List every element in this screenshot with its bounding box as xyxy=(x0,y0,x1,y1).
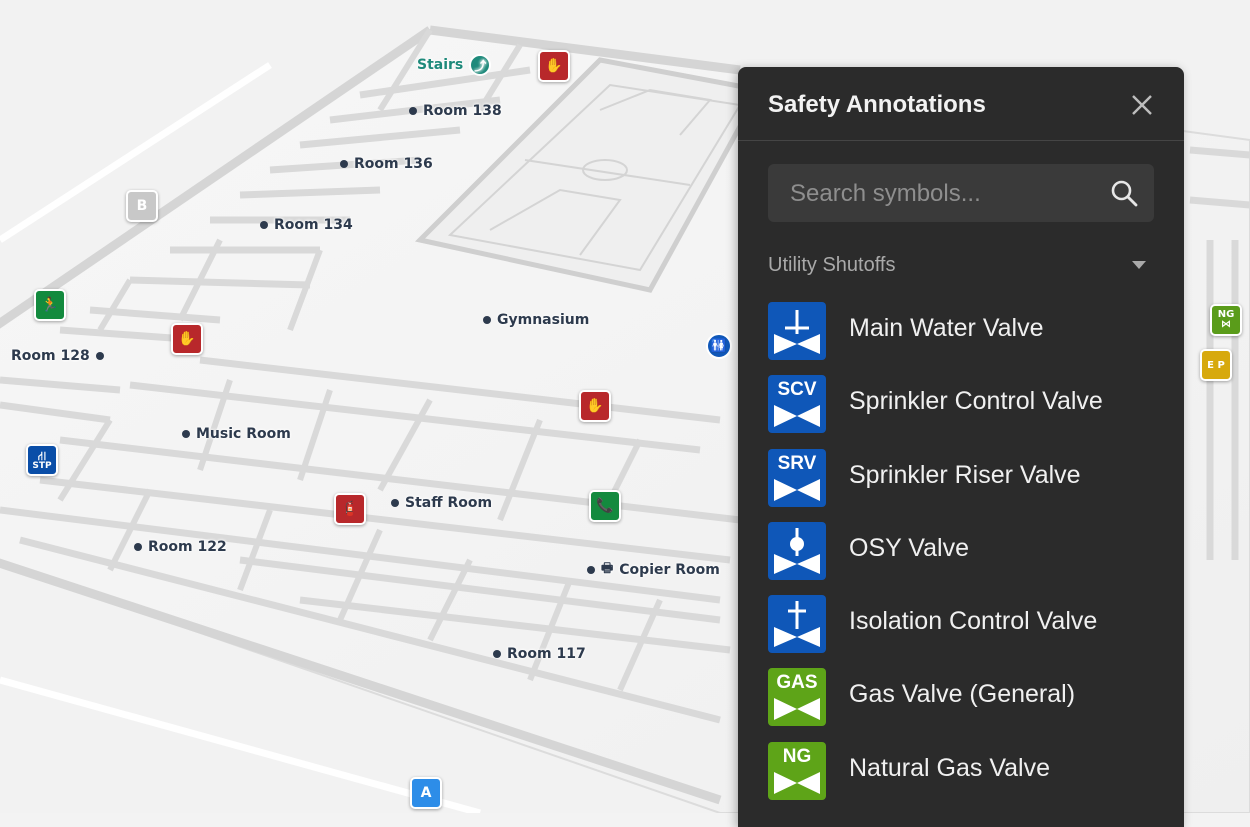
room-label-122[interactable]: Room 122 xyxy=(134,539,227,555)
room-dot-icon xyxy=(483,316,491,324)
fire-alarm-pull-icon[interactable]: ✋ xyxy=(171,323,203,355)
list-item[interactable]: Main Water Valve xyxy=(768,302,1168,375)
list-item[interactable]: SCV Sprinkler Control Valve xyxy=(768,375,1168,448)
gas-valve-icon: GAS xyxy=(768,668,826,727)
item-label: OSY Valve xyxy=(849,533,969,562)
room-label-136[interactable]: Room 136 xyxy=(340,156,433,172)
room-label-138[interactable]: Room 138 xyxy=(409,103,502,119)
room-label-staff-room[interactable]: Staff Room xyxy=(391,495,492,511)
room-dot-icon xyxy=(182,430,190,438)
building-b-marker[interactable]: B xyxy=(126,190,158,222)
isolation-valve-icon xyxy=(768,595,826,654)
list-item[interactable]: GAS Gas Valve (General) xyxy=(768,668,1168,741)
room-dot-icon xyxy=(493,650,501,658)
list-item[interactable]: SRV Sprinkler Riser Valve xyxy=(768,448,1168,522)
room-dot-icon xyxy=(391,499,399,507)
panel-title: Safety Annotations xyxy=(768,91,986,118)
room-dot-icon xyxy=(134,543,142,551)
room-label-stairs[interactable]: Stairs ⤴ xyxy=(417,54,492,76)
item-label: Sprinkler Control Valve xyxy=(849,387,1103,416)
room-label-copier-room[interactable]: 🖶 Copier Room xyxy=(587,559,720,581)
main-water-valve-icon xyxy=(768,302,826,360)
search-icon[interactable] xyxy=(1110,179,1138,207)
electrical-panel-icon[interactable]: E P xyxy=(1200,349,1232,381)
item-label: Natural Gas Valve xyxy=(849,753,1051,782)
close-button[interactable] xyxy=(1126,89,1158,121)
room-dot-icon xyxy=(409,107,417,115)
room-label-117[interactable]: Room 117 xyxy=(493,646,586,662)
stp-symbol-icon: ⛙ xyxy=(37,448,47,463)
item-label: Isolation Control Valve xyxy=(849,607,1098,636)
emergency-phone-icon[interactable]: 📞 xyxy=(589,490,621,522)
valve-bowtie-icon: ⋈ xyxy=(1221,319,1231,330)
fire-alarm-pull-icon[interactable]: ✋ xyxy=(538,50,570,82)
section-label: Utility Shutoffs xyxy=(768,253,896,276)
fire-alarm-pull-icon[interactable]: ✋ xyxy=(579,390,611,422)
room-dot-icon xyxy=(260,221,268,229)
close-icon xyxy=(1132,95,1152,115)
room-dot-icon xyxy=(340,160,348,168)
room-dot-icon xyxy=(95,352,104,360)
room-label-gymnasium[interactable]: Gymnasium xyxy=(483,312,589,328)
natural-gas-marker-icon[interactable]: NG ⋈ xyxy=(1210,304,1242,336)
search-input[interactable] xyxy=(788,174,1092,214)
section-utility-shutoffs[interactable]: Utility Shutoffs xyxy=(768,251,1154,279)
restroom-icon[interactable]: 🚻 xyxy=(706,333,732,359)
stp-shutoff-icon[interactable]: ⛙ STP xyxy=(26,444,58,476)
stairs-icon: ⤴ xyxy=(469,54,492,76)
printer-icon: 🖶 xyxy=(601,561,614,576)
osy-valve-icon xyxy=(768,521,826,580)
room-dot-icon xyxy=(587,566,595,574)
srv-valve-icon: SRV xyxy=(768,448,826,507)
room-label-128[interactable]: Room 128 xyxy=(11,348,104,364)
safety-annotations-panel: Safety Annotations Utility Shutoffs Main… xyxy=(738,67,1184,827)
search-box xyxy=(768,164,1154,222)
natural-gas-valve-icon: NG xyxy=(768,741,826,800)
item-label: Gas Valve (General) xyxy=(849,680,1076,709)
item-label: Main Water Valve xyxy=(849,314,1044,342)
symbol-list: Main Water Valve SCV Sprinkler Control V… xyxy=(768,302,1168,815)
item-label: Sprinkler Riser Valve xyxy=(849,460,1081,489)
room-label-music-room[interactable]: Music Room xyxy=(182,426,291,442)
header-divider xyxy=(738,140,1184,141)
fire-extinguisher-icon[interactable]: 🧯 xyxy=(334,493,366,525)
list-item[interactable]: Isolation Control Valve xyxy=(768,595,1168,668)
list-item[interactable]: OSY Valve xyxy=(768,521,1168,595)
building-a-marker[interactable]: A xyxy=(410,777,442,809)
room-label-134[interactable]: Room 134 xyxy=(260,217,353,233)
scv-valve-icon: SCV xyxy=(768,375,826,434)
chevron-down-icon xyxy=(1132,261,1146,269)
emergency-exit-icon[interactable]: 🏃 xyxy=(34,289,66,321)
list-item[interactable]: NG Natural Gas Valve xyxy=(768,741,1168,815)
